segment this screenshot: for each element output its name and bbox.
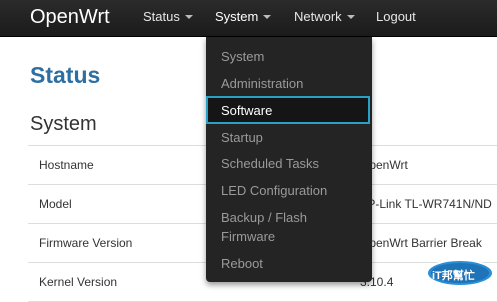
menu-item-reboot[interactable]: Reboot [221, 254, 263, 273]
menu-item-software-label: Software [221, 103, 273, 118]
watermark-text: iT邦幫忙 [432, 270, 475, 282]
nav-logout-label: Logout [376, 9, 416, 24]
row-label: Hostname [39, 158, 94, 172]
brand-logo[interactable]: OpenWrt [30, 6, 110, 28]
top-navbar: OpenWrt Status System Network Logout [0, 0, 497, 37]
chevron-down-icon [346, 15, 355, 19]
watermark-logo: iT邦幫忙 [425, 258, 495, 288]
row-label: Kernel Version [39, 275, 118, 289]
section-title: System [30, 113, 97, 135]
nav-system-label: System [215, 9, 259, 24]
menu-item-administration[interactable]: Administration [221, 74, 303, 93]
menu-item-startup[interactable]: Startup [221, 128, 263, 147]
nav-network[interactable]: Network [294, 9, 355, 24]
row-value: TP-Link TL-WR741N/ND [360, 197, 492, 211]
system-dropdown-menu: System Administration Software Startup S… [206, 37, 372, 282]
menu-item-backup-flash[interactable]: Backup / Flash Firmware [221, 208, 341, 246]
nav-system[interactable]: System [215, 9, 272, 24]
menu-item-software[interactable]: Software [206, 96, 370, 124]
chevron-down-icon [263, 15, 272, 19]
row-label: Firmware Version [39, 236, 133, 250]
row-label: Model [39, 197, 72, 211]
nav-status[interactable]: Status [143, 9, 193, 24]
chevron-down-icon [184, 15, 193, 19]
nav-logout[interactable]: Logout [376, 9, 416, 24]
nav-status-label: Status [143, 9, 180, 24]
nav-network-label: Network [294, 9, 342, 24]
row-value: OpenWrt Barrier Break [360, 236, 482, 250]
menu-item-system[interactable]: System [221, 47, 264, 66]
menu-item-led-configuration[interactable]: LED Configuration [221, 181, 327, 200]
menu-item-scheduled-tasks[interactable]: Scheduled Tasks [221, 154, 319, 173]
page-title: Status [30, 62, 101, 88]
